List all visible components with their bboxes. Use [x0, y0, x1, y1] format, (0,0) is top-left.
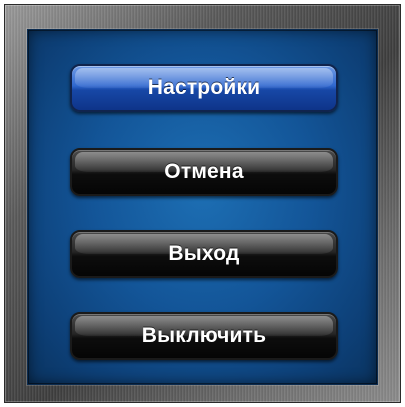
- cancel-button[interactable]: Отмена: [70, 148, 338, 196]
- exit-button[interactable]: Выход: [70, 230, 338, 278]
- menu-panel: Настройки Отмена Выход Выключить: [27, 29, 378, 385]
- menu-dialog: Настройки Отмена Выход Выключить: [4, 4, 401, 403]
- cancel-button-label: Отмена: [164, 160, 244, 183]
- shutdown-button-label: Выключить: [141, 324, 267, 347]
- exit-button-label: Выход: [168, 242, 240, 265]
- settings-button-label: Настройки: [147, 76, 261, 99]
- shutdown-button[interactable]: Выключить: [70, 312, 338, 360]
- settings-button[interactable]: Настройки: [70, 64, 338, 112]
